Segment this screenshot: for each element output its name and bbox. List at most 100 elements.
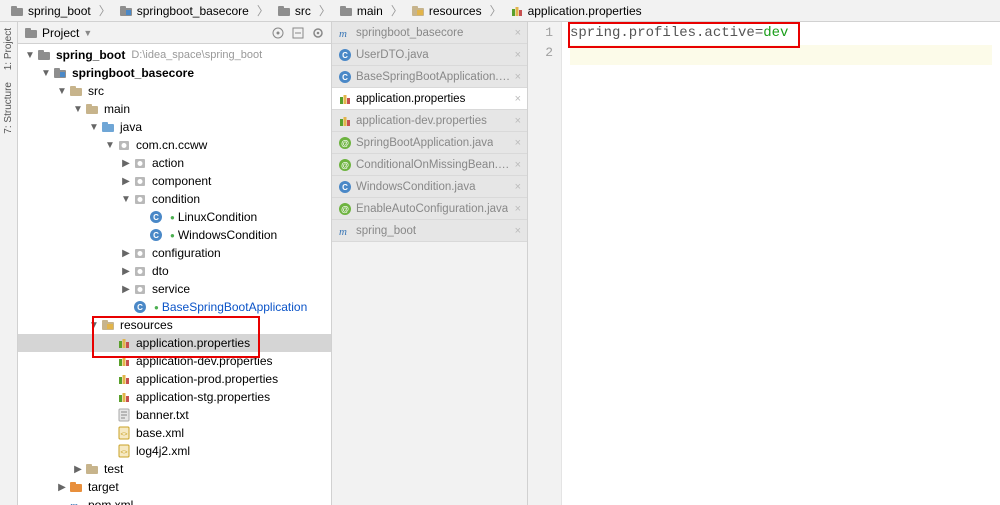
tree-arrow-icon[interactable]: ▼ xyxy=(104,139,116,151)
close-icon[interactable]: × xyxy=(515,159,521,171)
package-icon xyxy=(133,264,147,278)
tree-node[interactable]: log4j2.xml xyxy=(18,442,331,460)
line-number: 2 xyxy=(528,45,561,65)
tree-node[interactable]: ▼com.cn.ccww xyxy=(18,136,331,154)
editor-tab[interactable]: EnableAutoConfiguration.java × xyxy=(332,198,527,220)
package-icon xyxy=(133,246,147,260)
editor-tab[interactable]: application.properties × xyxy=(332,88,527,110)
close-icon[interactable]: × xyxy=(515,225,521,237)
project-tree[interactable]: ▼spring_bootD:\idea_space\spring_boot▼sp… xyxy=(18,44,331,505)
tree-node[interactable]: ▼src xyxy=(18,82,331,100)
tree-node[interactable]: ▶component xyxy=(18,172,331,190)
editor-content[interactable]: spring.profiles.active=dev xyxy=(562,22,1000,505)
breadcrumb-item[interactable]: main xyxy=(333,0,389,21)
line-number: 1 xyxy=(528,25,561,45)
tree-node[interactable]: application-dev.properties xyxy=(18,352,331,370)
prop-sep: = xyxy=(755,25,763,41)
code-editor[interactable]: 1 2 spring.profiles.active=dev xyxy=(528,22,1000,505)
editor-tab[interactable]: application-dev.properties× xyxy=(332,110,527,132)
tree-node[interactable]: ▶dto xyxy=(18,262,331,280)
tree-arrow-icon[interactable]: ▼ xyxy=(88,121,100,133)
tree-node[interactable]: banner.txt xyxy=(18,406,331,424)
tree-arrow-icon[interactable]: ▼ xyxy=(56,85,68,97)
tree-arrow-icon xyxy=(136,211,148,223)
tree-arrow-icon[interactable]: ▶ xyxy=(120,175,132,187)
tree-node[interactable]: ▼resources xyxy=(18,316,331,334)
close-icon[interactable]: × xyxy=(515,137,521,149)
tree-arrow-icon xyxy=(104,445,116,457)
folder-dark-icon xyxy=(10,4,24,18)
tree-node[interactable]: ●LinuxCondition xyxy=(18,208,331,226)
close-icon[interactable]: × xyxy=(515,27,521,39)
tree-node[interactable]: ▶target xyxy=(18,478,331,496)
editor-tab-label: application.properties xyxy=(356,93,465,105)
tree-arrow-icon[interactable]: ▼ xyxy=(72,103,84,115)
tree-arrow-icon[interactable]: ▶ xyxy=(120,157,132,169)
close-icon[interactable]: × xyxy=(515,115,521,127)
tree-node-label: java xyxy=(120,120,142,134)
close-icon[interactable]: × xyxy=(515,203,521,215)
breadcrumb-item[interactable]: resources xyxy=(405,0,488,21)
editor-tab-label: spring_boot xyxy=(356,225,416,237)
tree-arrow-icon[interactable]: ▼ xyxy=(120,193,132,205)
props-icon xyxy=(117,336,131,350)
code-line[interactable] xyxy=(570,45,992,65)
tree-arrow-icon[interactable]: ▼ xyxy=(24,49,36,61)
gear-icon[interactable] xyxy=(311,26,325,40)
tree-node[interactable]: ●WindowsCondition xyxy=(18,226,331,244)
tree-arrow-icon[interactable]: ▶ xyxy=(120,247,132,259)
tree-node[interactable]: ▶test xyxy=(18,460,331,478)
tree-node[interactable]: ▼main xyxy=(18,100,331,118)
breadcrumb-sep: 〉 xyxy=(255,0,271,21)
tree-node[interactable]: application.properties xyxy=(18,334,331,352)
tree-node[interactable]: ▶configuration xyxy=(18,244,331,262)
editor-tab-label: EnableAutoConfiguration.java xyxy=(356,203,508,215)
breadcrumb-item[interactable]: springboot_basecore xyxy=(113,0,255,21)
tree-node[interactable]: ▼ java xyxy=(18,118,331,136)
props-icon xyxy=(117,372,131,386)
tool-tab-structure[interactable]: 7: Structure xyxy=(3,76,14,140)
tree-node[interactable]: application-prod.properties xyxy=(18,370,331,388)
close-icon[interactable]: × xyxy=(515,49,521,61)
editor-tab[interactable]: BaseSpringBootApplication.java× xyxy=(332,66,527,88)
tree-node[interactable]: ●BaseSpringBootApplication xyxy=(18,298,331,316)
tree-node[interactable]: pom.xml xyxy=(18,496,331,505)
tree-arrow-icon[interactable]: ▶ xyxy=(120,283,132,295)
vcs-dot-icon: ● xyxy=(154,303,159,312)
tree-arrow-icon[interactable]: ▶ xyxy=(56,481,68,493)
dropdown-icon[interactable]: ▼ xyxy=(83,28,92,38)
tree-arrow-icon[interactable]: ▼ xyxy=(40,67,52,79)
maven-icon xyxy=(338,26,352,40)
tree-arrow-icon[interactable]: ▼ xyxy=(88,319,100,331)
tree-arrow-icon[interactable]: ▶ xyxy=(72,463,84,475)
tree-node[interactable]: ▶action xyxy=(18,154,331,172)
tree-node-label: base.xml xyxy=(136,426,184,440)
tree-node[interactable]: ▼spring_bootD:\idea_space\spring_boot xyxy=(18,46,331,64)
collapse-all-icon[interactable] xyxy=(291,26,305,40)
tree-arrow-icon[interactable]: ▶ xyxy=(120,265,132,277)
tree-node[interactable]: ▼condition xyxy=(18,190,331,208)
breadcrumb-item[interactable]: application.properties xyxy=(504,0,648,21)
tree-node[interactable]: base.xml xyxy=(18,424,331,442)
editor-tab[interactable]: WindowsCondition.java× xyxy=(332,176,527,198)
tool-tab-project[interactable]: 1: Project xyxy=(3,22,14,76)
close-icon[interactable]: × xyxy=(515,71,521,83)
class-icon xyxy=(338,48,352,62)
editor-tab[interactable]: UserDTO.java× xyxy=(332,44,527,66)
editor-tab[interactable]: SpringBootApplication.java× xyxy=(332,132,527,154)
editor-tab[interactable]: ConditionalOnMissingBean.java× xyxy=(332,154,527,176)
locate-icon[interactable] xyxy=(271,26,285,40)
close-icon[interactable]: × xyxy=(515,93,521,105)
tree-node[interactable]: ▼springboot_basecore xyxy=(18,64,331,82)
tree-node[interactable]: application-stg.properties xyxy=(18,388,331,406)
editor-tab[interactable]: springboot_basecore× xyxy=(332,22,527,44)
editor-tab[interactable]: spring_boot × xyxy=(332,220,527,242)
code-line[interactable]: spring.profiles.active=dev xyxy=(570,25,992,45)
vcs-dot-icon: ● xyxy=(170,231,175,240)
tree-node[interactable]: ▶service xyxy=(18,280,331,298)
breadcrumb-item[interactable]: src xyxy=(271,0,317,21)
close-icon[interactable]: × xyxy=(515,181,521,193)
tool-window-bar-left: 1: Project 7: Structure xyxy=(0,22,18,505)
folder-res-icon xyxy=(101,318,115,332)
breadcrumb-item[interactable]: spring_boot xyxy=(4,0,97,21)
